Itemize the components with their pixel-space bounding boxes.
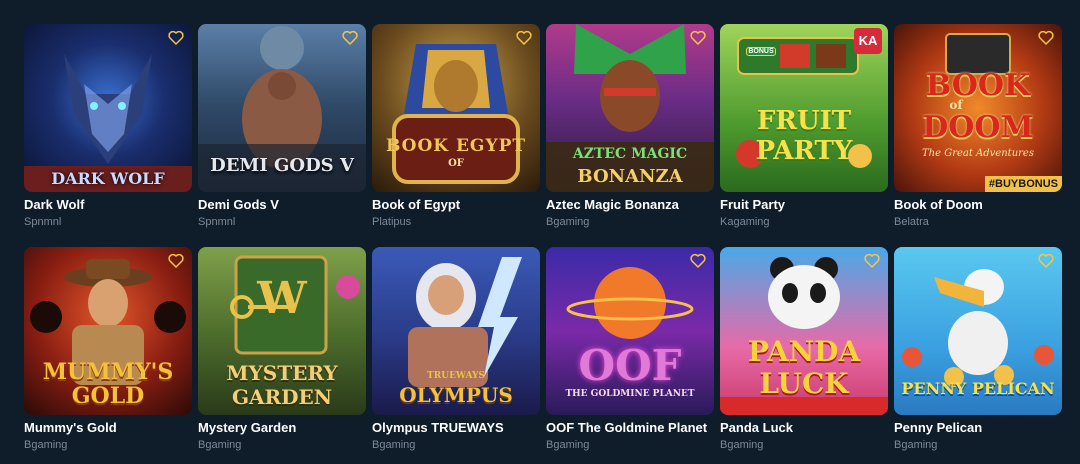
heart-icon[interactable] [516,30,532,46]
game-title[interactable]: Mystery Garden [198,420,366,436]
game-provider: Bgaming [720,439,764,451]
game-title[interactable]: OOF The Goldmine Planet [546,420,714,436]
game-title[interactable]: Demi Gods V [198,197,366,213]
game-card-book-of-doom[interactable]: BOOK of DOOM The Great Adventures #BUYBO… [894,24,1062,229]
game-thumbnail[interactable]: BOOK EGYPT OF [372,24,540,192]
game-logo-text: PANDA [747,335,861,368]
game-title[interactable]: Dark Wolf [24,197,192,213]
game-logo-text: DEMI GODS V [210,155,354,176]
game-title[interactable]: Olympus TRUEWAYS [372,420,540,436]
game-provider: Spnmnl [198,216,236,228]
game-tagline: The Great Adventures [922,148,1034,159]
game-thumbnail[interactable]: PENNY PELICAN [894,247,1062,415]
game-thumbnail[interactable]: PANDA LUCK [720,247,888,415]
heart-icon[interactable] [690,253,706,269]
game-logo-text-2: BONANZA [577,166,683,187]
game-logo-text: MUMMY'S [42,359,174,385]
game-logo-text-2: DOOM [922,110,1034,145]
game-card-fruit-party[interactable]: BONUS KA FRUIT PARTY Fruit Party Kagamin… [720,24,888,229]
game-logo-text-2: PARTY [755,136,853,166]
heart-icon[interactable] [864,253,880,269]
game-provider: Spnmnl [24,216,62,228]
game-provider: Bgaming [894,439,938,451]
game-title[interactable]: Penny Pelican [894,420,1062,436]
game-title[interactable]: Panda Luck [720,420,888,436]
game-thumbnail[interactable]: DEMI GODS V [198,24,366,192]
game-thumbnail[interactable]: OOF THE GOLDMINE PLANET [546,247,714,415]
game-provider: Kagaming [720,216,770,228]
game-thumbnail[interactable]: W MYSTERY GARDEN [198,247,366,415]
bonus-chip: BONUS [746,47,776,56]
game-card-penny-pelican[interactable]: PENNY PELICAN Penny Pelican Bgaming [894,247,1062,452]
game-card-dark-wolf[interactable]: DARK WOLF Dark Wolf Spnmnl [24,24,192,229]
game-logo-text: OLYMPUS [399,383,513,407]
heart-icon[interactable] [690,30,706,46]
game-card-aztec-magic-bonanza[interactable]: AZTEC MAGIC BONANZA Aztec Magic Bonanza … [546,24,714,229]
game-provider: Bgaming [24,439,68,451]
game-card-demi-gods-v[interactable]: DEMI GODS V Demi Gods V Spnmnl [198,24,366,229]
game-logo-text: OOF [578,341,682,390]
game-logo-text: BOOK EGYPT [385,136,527,156]
game-card-oof-the-goldmine-planet[interactable]: OOF THE GOLDMINE PLANET OOF The Goldmine… [546,247,714,452]
game-title[interactable]: Fruit Party [720,197,888,213]
game-title[interactable]: Book of Doom [894,197,1062,213]
game-card-book-of-egypt[interactable]: BOOK EGYPT OF Book of Egypt Platipus [372,24,540,229]
game-logo-text-2: LUCK [759,367,849,400]
game-logo-text-2: GARDEN [231,385,333,409]
heart-icon[interactable] [342,30,358,46]
game-card-panda-luck[interactable]: PANDA LUCK Panda Luck Bgaming [720,247,888,452]
game-logo-small: OF [448,158,464,169]
game-card-mummys-gold[interactable]: MUMMY'S GOLD Mummy's Gold Bgaming [24,247,192,452]
book-emblem: W [257,273,307,324]
game-thumbnail[interactable]: BONUS KA FRUIT PARTY [720,24,888,192]
heart-icon[interactable] [1038,253,1054,269]
game-logo-text: AZTEC MAGIC [572,146,688,162]
game-title[interactable]: Aztec Magic Bonanza [546,197,714,213]
game-thumbnail[interactable]: AZTEC MAGIC BONANZA [546,24,714,192]
buy-bonus-tag: #BUYBONUS [984,176,1062,192]
heart-icon[interactable] [168,30,184,46]
provider-badge: KA [854,28,882,54]
game-provider: Bgaming [546,216,590,228]
game-logo-text: DARK WOLF [51,169,165,188]
game-logo-small: TRUEWAYS [427,371,485,381]
game-title[interactable]: Book of Egypt [372,197,540,213]
game-provider: Belatra [894,216,929,228]
game-card-olympus-trueways[interactable]: TRUEWAYS OLYMPUS Olympus TRUEWAYS Bgamin… [372,247,540,452]
game-thumbnail[interactable]: DARK WOLF [24,24,192,192]
game-grid: DARK WOLF Dark Wolf Spnmnl DEMI GODS V D… [24,24,1062,452]
wolf-icon [24,54,192,192]
game-provider: Platipus [372,216,412,228]
game-title[interactable]: Mummy's Gold [24,420,192,436]
game-logo-text-2: THE GOLDMINE PLANET [565,389,695,399]
game-thumbnail[interactable]: BOOK of DOOM The Great Adventures #BUYBO… [894,24,1062,192]
game-thumbnail[interactable]: MUMMY'S GOLD [24,247,192,415]
heart-icon[interactable] [168,253,184,269]
game-provider: Bgaming [372,439,416,451]
game-logo-text: FRUIT [756,106,852,136]
game-logo-text-2: GOLD [71,383,145,409]
game-card-mystery-garden[interactable]: W MYSTERY GARDEN Mystery Garden Bgaming [198,247,366,452]
game-provider: Bgaming [198,439,242,451]
game-thumbnail[interactable]: TRUEWAYS OLYMPUS [372,247,540,415]
heart-icon[interactable] [1038,30,1054,46]
game-provider: Bgaming [546,439,590,451]
game-logo-text: MYSTERY [226,361,338,385]
game-logo-text: PENNY PELICAN [901,379,1055,398]
